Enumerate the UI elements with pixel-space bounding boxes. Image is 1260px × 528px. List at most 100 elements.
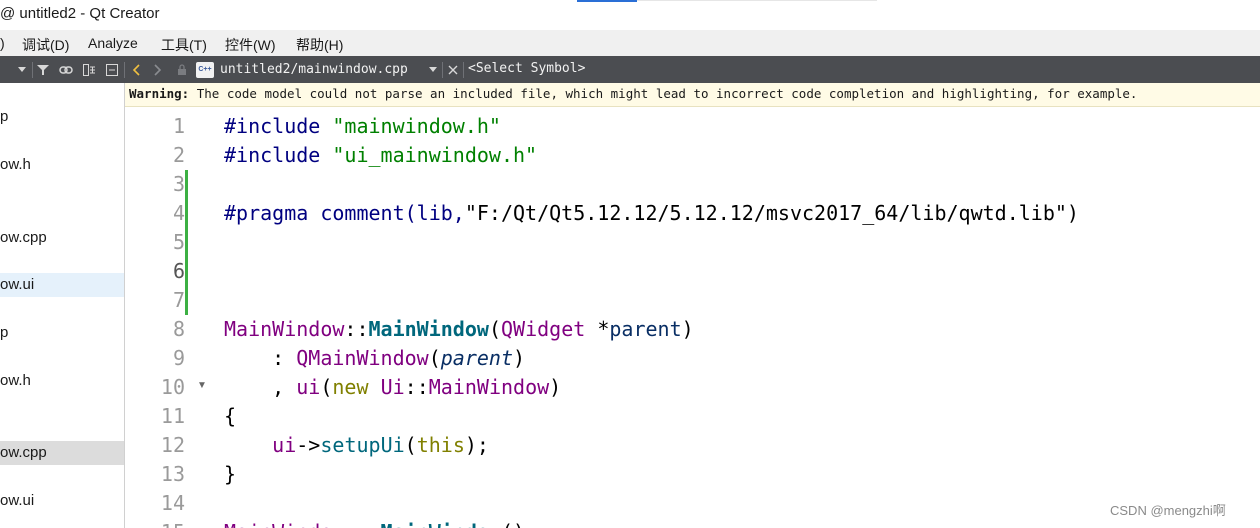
symbol-selector[interactable]: <Select Symbol> (468, 61, 585, 76)
line-number: 8 (172, 317, 185, 341)
split-icon[interactable] (80, 56, 98, 83)
string-literal: "ui_mainwindow.h" (332, 143, 538, 167)
file-tab[interactable]: C++ untitled2/mainwindow.cpp (196, 58, 408, 81)
tree-item-highlighted[interactable]: ow.cpp (0, 441, 124, 465)
close-sidebar-icon[interactable] (103, 56, 121, 83)
parameter: parent (440, 346, 513, 370)
back-arrow-icon[interactable] (128, 56, 144, 83)
lock-icon (174, 56, 190, 83)
warning-label: Warning: (129, 86, 190, 101)
fold-arrow-icon[interactable]: ▼ (197, 380, 207, 391)
code-line: } (224, 460, 1254, 489)
code-punct: : (224, 346, 297, 370)
editor-toolbar: C++ untitled2/mainwindow.cpp <Select Sym… (0, 56, 1260, 83)
line-number: 2 (172, 143, 185, 167)
code-punct: { (224, 404, 237, 428)
string-literal: "F:/Qt/Qt5.12.12/5.12.12/msvc2017_64/lib… (464, 201, 1067, 225)
function-name: MainWindow (368, 317, 489, 341)
class-name: MainWindow (224, 317, 345, 341)
member-name: ui (296, 375, 321, 399)
line-number: 14 (160, 491, 185, 515)
code-punct: ) (681, 317, 694, 341)
code-punct: ::~ (344, 520, 380, 528)
menu-item-tools[interactable]: 工具(T) (161, 35, 207, 55)
code-editor[interactable]: 1 2 3 4 5 6 7 8 9 10 11 12 13 14 15 ▼ #i… (125, 107, 1260, 528)
file-dropdown-icon[interactable] (426, 56, 440, 83)
line-number: 12 (160, 433, 185, 457)
preprocessor-directive: #include (224, 114, 321, 138)
menu-item-partial[interactable]: ) (0, 35, 5, 51)
line-number: 11 (160, 404, 185, 428)
menu-bar: ) 调试(D) Analyze 工具(T) 控件(W) 帮助(H) (0, 30, 1260, 56)
dropdown-arrow-icon[interactable] (14, 56, 30, 83)
tree-item[interactable]: ow.cpp (0, 226, 124, 250)
class-name: MainWindow (428, 375, 550, 399)
code-line: , ui(new Ui::MainWindow) (224, 373, 1254, 402)
code-line: #pragma comment(lib,"F:/Qt/Qt5.12.12/5.1… (224, 199, 1254, 228)
keyword: new (332, 375, 369, 399)
line-number: 13 (160, 462, 185, 486)
method-name: setupUi (320, 433, 405, 457)
tree-item[interactable]: ow.ui (0, 489, 124, 513)
preprocessor-directive: #include (224, 143, 321, 167)
code-punct: ( (488, 317, 501, 341)
menu-item-help[interactable]: 帮助(H) (296, 35, 343, 55)
title-accent-line (577, 0, 637, 2)
filter-icon[interactable] (34, 56, 52, 83)
class-name: MainWindow (224, 520, 344, 528)
toolbar-separator (463, 62, 464, 78)
line-number: 1 (172, 114, 185, 138)
cpp-file-icon: C++ (196, 61, 214, 78)
tree-item[interactable]: ow.h (0, 369, 124, 393)
code-punct: ) (1066, 201, 1079, 225)
watermark: CSDN @mengzhi啊 (1110, 503, 1226, 518)
preprocessor-directive: #pragma (224, 201, 309, 225)
menu-item-controls[interactable]: 控件(W) (225, 35, 276, 55)
string-literal: "mainwindow.h" (332, 114, 501, 138)
tree-item[interactable]: ow.h (0, 153, 124, 177)
code-line: #include "mainwindow.h" (224, 112, 1254, 141)
close-file-icon[interactable] (446, 56, 460, 83)
code-line: MainWindow::~MainWindow() (224, 518, 1254, 528)
class-name: QMainWindow (296, 346, 429, 370)
code-line: MainWindow::MainWindow(QWidget *parent) (224, 315, 1254, 344)
code-punct: , (224, 375, 297, 399)
title-bar: @ untitled2 - Qt Creator (0, 0, 1260, 30)
window-title: @ untitled2 - Qt Creator (0, 5, 160, 22)
class-name: QWidget (500, 317, 586, 341)
code-punct: :: (344, 317, 369, 341)
toolbar-separator (124, 62, 125, 78)
code-line: : QMainWindow(parent) (224, 344, 1254, 373)
code-model-warning: Warning: The code model could not parse … (125, 83, 1260, 107)
code-punct: -> (296, 433, 321, 457)
code-punct: ( (404, 433, 417, 457)
forward-arrow-icon[interactable] (150, 56, 166, 83)
line-number: 7 (172, 288, 185, 312)
link-icon[interactable] (56, 56, 76, 83)
title-divider (637, 0, 877, 1)
tree-item[interactable]: p (0, 105, 124, 129)
line-number-gutter: 1 2 3 4 5 6 7 8 9 10 11 12 13 14 15 ▼ (125, 107, 219, 528)
parameter: parent (609, 317, 682, 341)
warning-message: The code model could not parse an includ… (196, 86, 1138, 101)
project-tree: p ow.h ow.cpp ow.ui p ow.h ow.cpp ow.ui (0, 83, 125, 528)
change-marker-bar (185, 170, 188, 315)
code-punct: } (224, 462, 237, 486)
line-number: 10 (160, 375, 185, 399)
line-number: 9 (172, 346, 185, 370)
file-tab-label: untitled2/mainwindow.cpp (220, 62, 408, 77)
code-punct: * (585, 317, 610, 341)
code-punct: ) (549, 375, 562, 399)
menu-item-debug[interactable]: 调试(D) (22, 35, 69, 55)
code-punct: :: (404, 375, 429, 399)
code-punct: () (501, 520, 525, 528)
code-punct: ) (513, 346, 526, 370)
tree-item-selected[interactable]: ow.ui (0, 273, 124, 297)
line-number: 3 (172, 172, 185, 196)
tree-item[interactable]: p (0, 321, 124, 345)
menu-item-analyze[interactable]: Analyze (88, 35, 138, 51)
